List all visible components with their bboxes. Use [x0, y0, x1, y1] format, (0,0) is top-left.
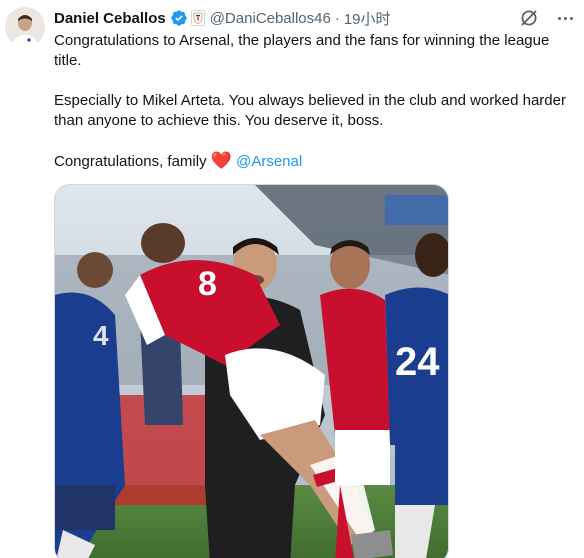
separator-dot: ·: [334, 9, 340, 27]
tweet-line-3-text: Congratulations, family: [54, 153, 211, 170]
avatar-image: [5, 7, 45, 47]
avatar[interactable]: [5, 7, 45, 47]
tweet-actions: [518, 8, 576, 28]
club-crest-icon[interactable]: [190, 10, 205, 26]
mention-arsenal[interactable]: @Arsenal: [236, 153, 302, 170]
tweet-line-2: Especially to Mikel Arteta. You always b…: [54, 92, 566, 129]
tweet-line-3: Congratulations, family ❤️ @Arsenal: [54, 151, 574, 172]
author-name[interactable]: Daniel Ceballos: [54, 10, 166, 27]
author-handle[interactable]: @DaniCeballos46: [210, 10, 331, 27]
timestamp[interactable]: 19小时: [344, 8, 391, 29]
heart-emoji: ❤️: [210, 151, 232, 170]
tweet-line-1: Congratulations to Arsenal, the players …: [54, 32, 550, 69]
more-icon[interactable]: [554, 8, 576, 28]
jersey-number-8: 8: [198, 265, 217, 303]
jersey-number-24: 24: [395, 340, 440, 384]
celebration-photo: 4 8 24: [55, 185, 448, 558]
tweet-photo[interactable]: 4 8 24: [54, 184, 449, 558]
verified-badge-icon[interactable]: [170, 9, 188, 27]
svg-text:4: 4: [93, 320, 109, 351]
tweet-body: Congratulations to Arsenal, the players …: [54, 31, 574, 172]
tweet-header: Daniel Ceballos @DaniCeballos46 · 19小时: [54, 7, 574, 29]
grok-icon[interactable]: [518, 8, 540, 28]
